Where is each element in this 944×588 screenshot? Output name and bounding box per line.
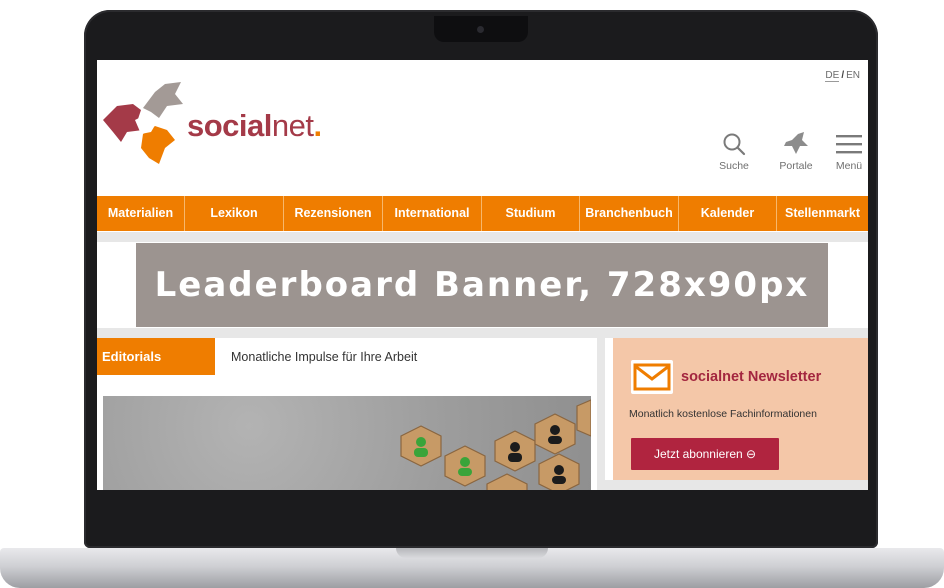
nav-item-materialien[interactable]: Materialien [97, 196, 185, 231]
lang-de-link[interactable]: DE [825, 70, 840, 82]
language-switcher: DE / EN [825, 70, 860, 82]
lang-separator: / [841, 70, 845, 81]
lang-en-link[interactable]: EN [846, 70, 860, 81]
editorials-tag[interactable]: Editorials [97, 338, 215, 375]
logo-brand-dot: . [313, 108, 323, 143]
editorials-subtitle: Monatliche Impulse für Ihre Arbeit [231, 350, 418, 364]
search-button[interactable]: Suche [711, 132, 757, 172]
logo-brand-bold: social [187, 108, 272, 143]
portal-icon [784, 132, 808, 154]
menu-label: Menü [835, 160, 863, 172]
logo-wordmark: socialnet. [187, 108, 322, 144]
divider [97, 232, 868, 242]
nav-item-stellenmarkt[interactable]: Stellenmarkt [777, 196, 868, 231]
portal-label: Portale [779, 160, 813, 172]
camera-icon [477, 26, 484, 33]
wooden-hexagons-image [400, 399, 591, 490]
nav-item-lexikon[interactable]: Lexikon [185, 196, 284, 231]
nav-item-international[interactable]: International [383, 196, 482, 231]
browser-screen: DE / EN socialnet. Suche Portale Menü Ma… [97, 60, 868, 490]
nav-item-rezensionen[interactable]: Rezensionen [284, 196, 383, 231]
newsletter-panel: socialnet Newsletter Monatlich kostenlos… [613, 338, 868, 480]
main-navigation: Materialien Lexikon Rezensionen Internat… [97, 196, 868, 231]
nav-item-studium[interactable]: Studium [482, 196, 580, 231]
menu-icon [836, 135, 862, 154]
portal-button[interactable]: Portale [773, 132, 819, 172]
newsletter-title: socialnet Newsletter [681, 369, 822, 385]
search-icon [723, 133, 746, 156]
newsletter-description: Monatlich kostenlose Fachinformationen [629, 408, 817, 420]
mail-icon [631, 360, 673, 394]
editorials-panel: Editorials Monatliche Impulse für Ihre A… [97, 338, 605, 490]
editorial-image[interactable] [103, 396, 591, 490]
laptop-base-groove [396, 548, 548, 558]
divider [605, 480, 868, 490]
logo-brand-light: net [271, 108, 314, 143]
nav-item-branchenbuch[interactable]: Branchenbuch [580, 196, 679, 231]
subscribe-button[interactable]: Jetzt abonnieren ⊖ [631, 438, 779, 470]
search-label: Suche [719, 160, 749, 172]
leaderboard-banner[interactable]: Leaderboard Banner, 728x90px [136, 243, 828, 327]
menu-button[interactable]: Menü [826, 132, 868, 172]
divider [97, 328, 868, 338]
socialnet-logo[interactable]: socialnet. [103, 82, 333, 174]
nav-item-kalender[interactable]: Kalender [679, 196, 777, 231]
logo-mark-icon [103, 82, 183, 164]
